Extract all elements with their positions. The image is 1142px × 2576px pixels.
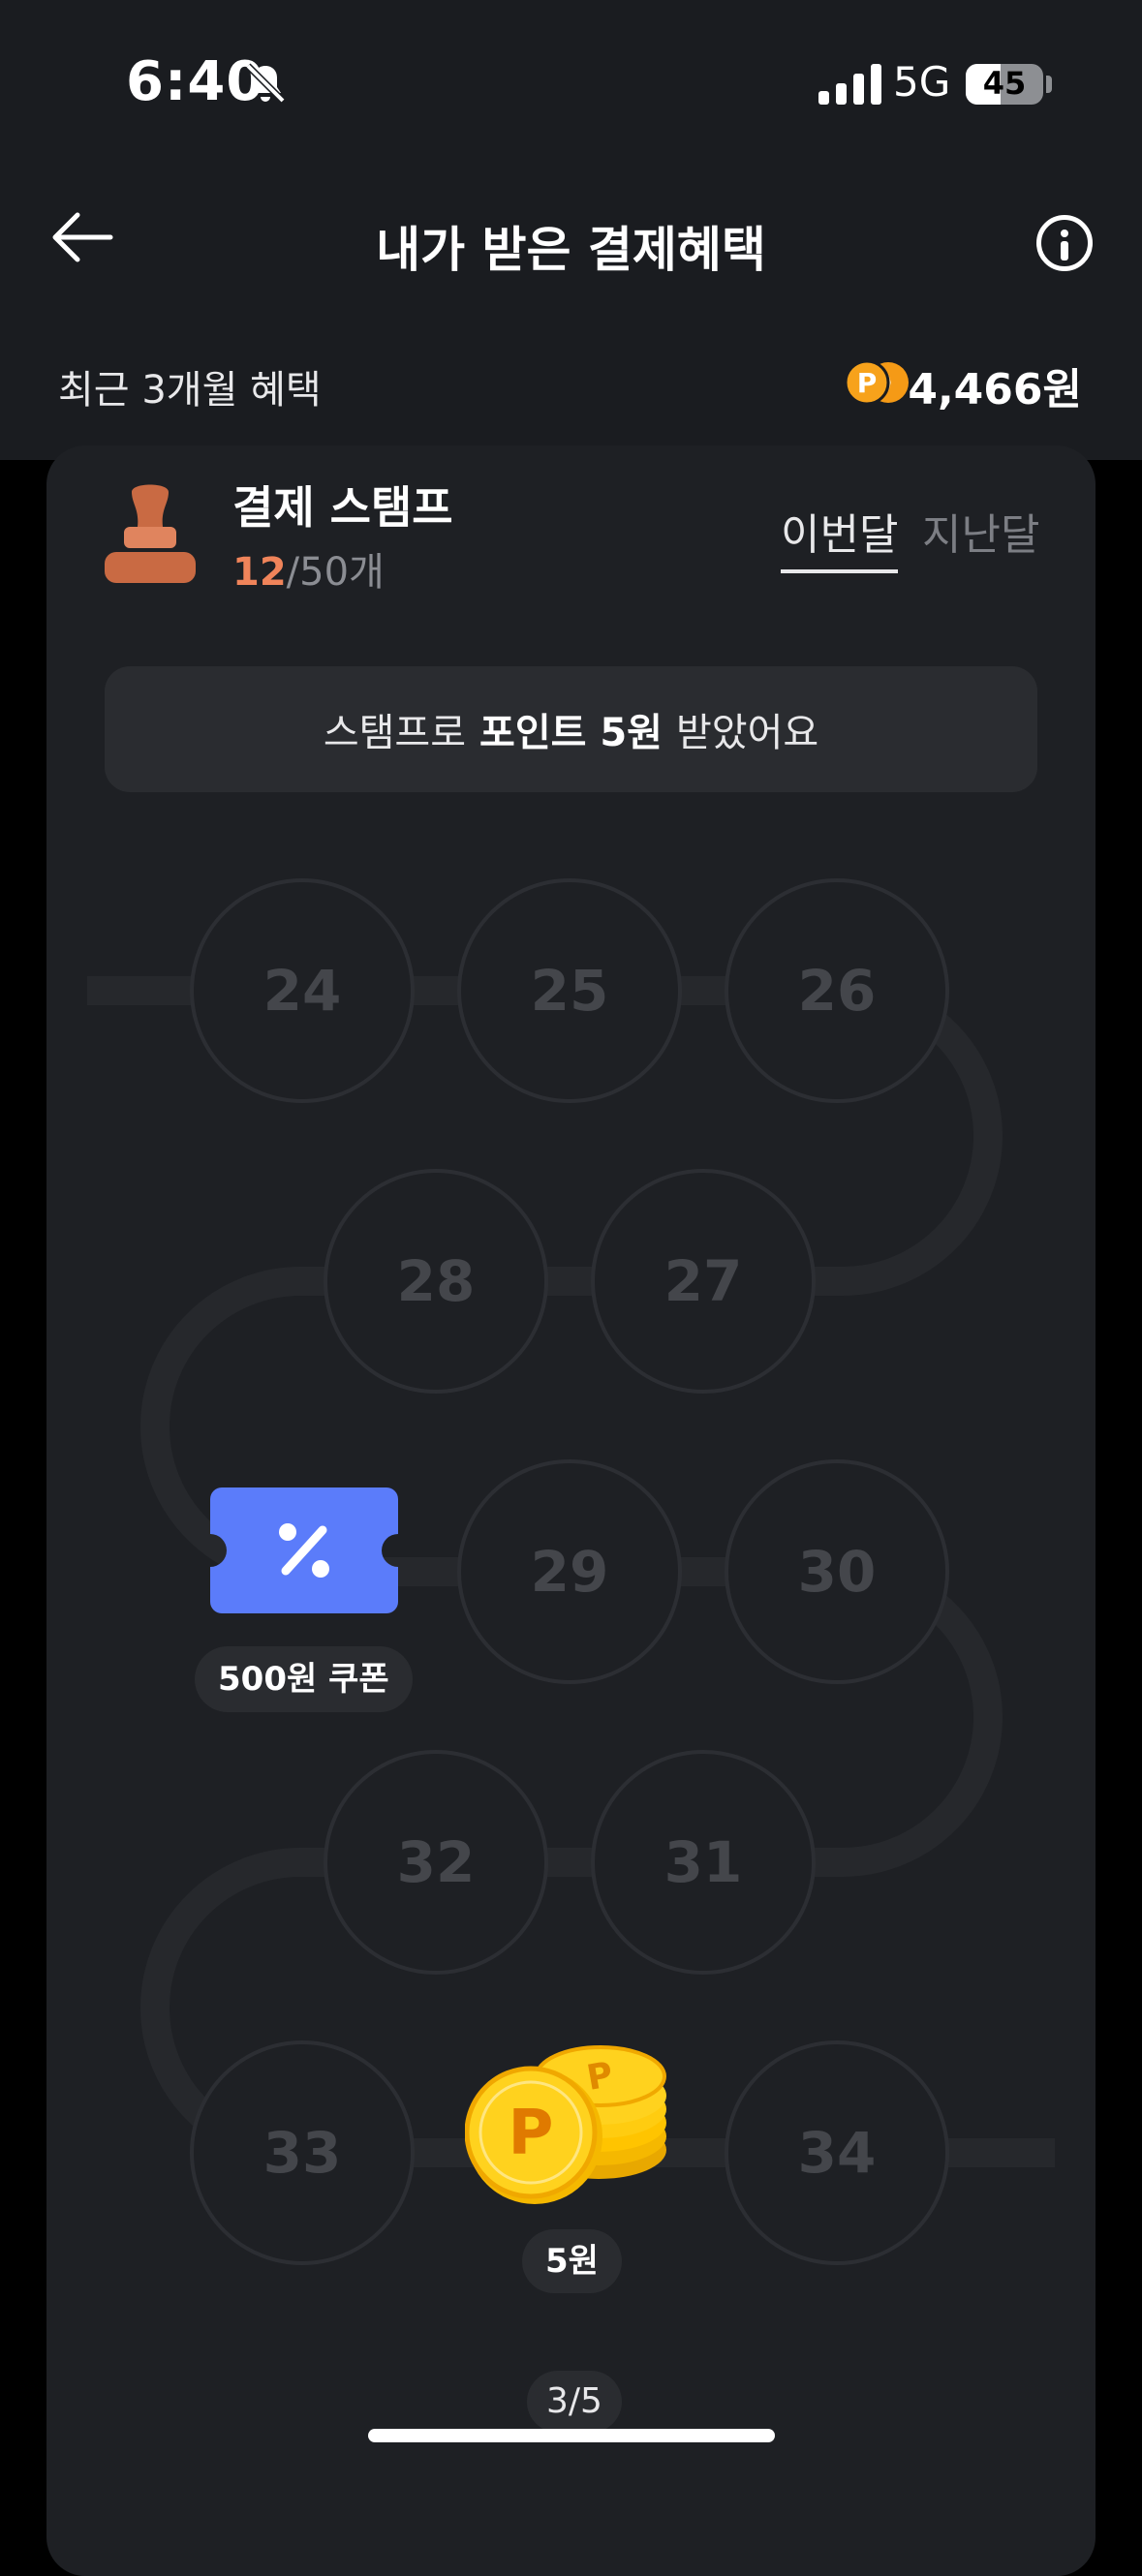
stamp-slot: 34 bbox=[725, 2040, 949, 2265]
coupon-ticket-icon[interactable] bbox=[210, 1487, 398, 1613]
stamp-slot: 28 bbox=[324, 1169, 548, 1394]
stamp-slot: 25 bbox=[457, 878, 682, 1103]
svg-text:P: P bbox=[509, 2098, 554, 2169]
stamp-slot: 26 bbox=[725, 878, 949, 1103]
stamp-slot: 33 bbox=[190, 2040, 415, 2265]
page-indicator: 3/5 bbox=[527, 2371, 622, 2433]
stamp-slot: 29 bbox=[457, 1459, 682, 1684]
coin-reward-label: 5원 bbox=[522, 2229, 622, 2293]
coupon-reward-label: 500원 쿠폰 bbox=[195, 1646, 413, 1712]
stamp-slot: 31 bbox=[591, 1750, 816, 1975]
home-indicator bbox=[368, 2429, 775, 2442]
point-coins-reward-icon[interactable]: P P bbox=[465, 2041, 678, 2204]
stamp-slot: 27 bbox=[591, 1169, 816, 1394]
stamp-slot: 30 bbox=[725, 1459, 949, 1684]
stamp-slot: 24 bbox=[190, 878, 415, 1103]
stamp-slot: 32 bbox=[324, 1750, 548, 1975]
